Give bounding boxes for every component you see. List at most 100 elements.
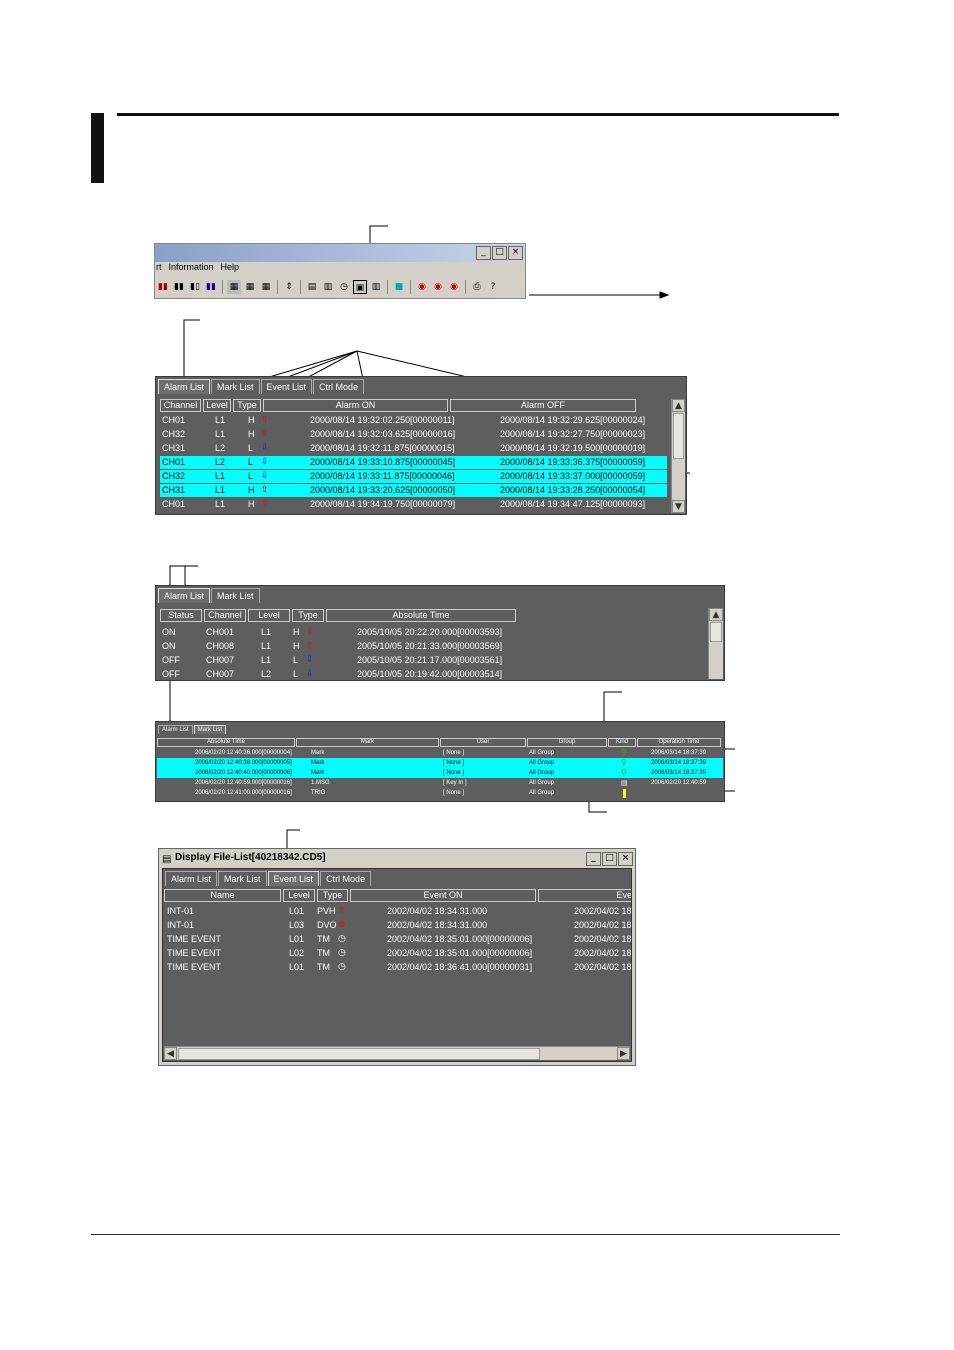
header-type[interactable]: Type — [233, 399, 261, 412]
bar-chart-icon[interactable]: ▮▮ — [172, 280, 186, 294]
sort-icon[interactable]: ⇕ — [282, 280, 296, 294]
column-headers: Absolute Time Mark User Group Kind Opera… — [157, 738, 721, 747]
horizontal-scrollbar[interactable]: ◀ ▶ — [164, 1046, 630, 1060]
table-row[interactable]: 2006/02/20 12:40:40.000[00000006] Mark [ N… — [157, 768, 723, 778]
table-row[interactable]: OFF CH007 L1 L ⇩ 2005/10/05 20:21:17.000[0000… — [160, 653, 700, 667]
tab-event-list[interactable]: Event List — [260, 379, 313, 394]
header-name[interactable]: Name — [164, 889, 281, 902]
grid-icon[interactable]: ▦ — [259, 280, 273, 294]
tab-mark-list[interactable]: Mark List — [193, 725, 227, 734]
event-list-icon[interactable]: ▣ — [353, 280, 367, 294]
tab-alarm-list[interactable]: Alarm List — [158, 588, 211, 603]
table-row[interactable]: CH32 L1 H ⇧ 2000/08/14 19:32:03.625[00000016… — [160, 428, 667, 441]
mark-cell: Mark — [311, 750, 325, 756]
header-channel[interactable]: Channel — [160, 399, 201, 412]
table-row[interactable]: CH01 L1 H ⇧ 2000/08/14 19:34:19.750[00000079… — [160, 498, 667, 511]
header-operation-time[interactable]: Operation Time — [637, 738, 721, 747]
grid-icon[interactable]: ▦ — [227, 280, 241, 294]
table-row[interactable]: CH32 L1 L ⇩ 2000/08/14 19:33:11.875[00000046… — [160, 470, 667, 483]
table-icon[interactable]: ▥ — [369, 280, 383, 294]
vertical-scrollbar[interactable]: ▲ — [708, 608, 723, 679]
scroll-down-icon[interactable]: ▼ — [672, 500, 685, 513]
tab-mark-list[interactable]: Mark List — [211, 379, 260, 394]
list-icon[interactable]: ▥ — [321, 280, 335, 294]
table-row[interactable]: CH31 L1 H ⇧ 2000/08/14 19:33:20.625[00000050… — [160, 484, 667, 497]
table-row[interactable]: TIME EVENT L02 TM ◷ 2002/04/02 18:35:01.000[… — [165, 946, 631, 960]
header-type[interactable]: Type — [292, 609, 324, 622]
tab-ctrl-mode[interactable]: Ctrl Mode — [313, 379, 365, 394]
maximize-button[interactable]: □ — [492, 246, 507, 260]
scroll-left-icon[interactable]: ◀ — [164, 1047, 177, 1060]
maximize-button[interactable]: □ — [602, 852, 617, 866]
table-row[interactable]: ON CH008 L1 H ⇧ 2005/10/05 20:21:33.000[00003… — [160, 639, 700, 653]
record-icon[interactable]: ◉ — [431, 280, 445, 294]
list-icon[interactable]: ▤ — [305, 280, 319, 294]
header-alarm-off[interactable]: Alarm OFF — [450, 399, 636, 412]
bar-chart-icon[interactable]: ▮▮ — [156, 280, 170, 294]
vertical-scrollbar[interactable]: ▲ ▼ — [671, 399, 685, 513]
scroll-up-icon[interactable]: ▲ — [672, 399, 685, 412]
table-row[interactable]: 2006/02/20 12:40:36.000[00000004] Mark [ N… — [157, 748, 723, 758]
scroll-right-icon[interactable]: ▶ — [617, 1047, 630, 1060]
header-type[interactable]: Type — [317, 889, 348, 902]
table-row[interactable]: 2006/02/20 12:40:38.000[00000005] Mark [ N… — [157, 758, 723, 768]
table-row[interactable]: OFF CH007 L2 L ⇩ 2005/10/05 20:19:42.000[0000… — [160, 667, 700, 680]
table-row[interactable]: INT-01 L01 PVH ⇧ 2002/04/02 18:34:31.000 2002… — [165, 904, 631, 918]
table-row[interactable]: 2006/02/20 12:41:00.000[00000016] TRIG [ N… — [157, 788, 723, 798]
scroll-thumb[interactable] — [710, 622, 722, 642]
help-icon[interactable]: ? — [486, 280, 500, 294]
header-level[interactable]: Level — [203, 399, 231, 412]
arrow-up-icon: ⇧ — [261, 415, 269, 425]
header-level[interactable]: Level — [248, 609, 290, 622]
table-row[interactable]: TIME EVENT L01 TM ◷ 2002/04/02 18:35:01.000[… — [165, 932, 631, 946]
menu-item-help[interactable]: Help — [221, 262, 240, 276]
close-button[interactable]: × — [508, 246, 523, 260]
table-row[interactable]: ON CH001 L1 H ⇧ 2005/10/05 20:22:20.000[00003… — [160, 625, 700, 639]
menu-item-information[interactable]: Information — [169, 262, 214, 276]
tab-mark-list[interactable]: Mark List — [218, 871, 267, 886]
alarm-list-panel-1: Alarm List Mark List Event List Ctrl Mod… — [155, 376, 687, 515]
header-event-off[interactable]: Even — [538, 889, 631, 902]
scroll-thumb[interactable] — [178, 1048, 540, 1060]
table-row[interactable]: CH01 L1 H ⇧ 2000/08/14 19:32:02.250[00000011… — [160, 414, 667, 427]
grid-icon[interactable]: ▦ — [243, 280, 257, 294]
close-button[interactable]: × — [618, 852, 633, 866]
table-row[interactable]: INT-01 L03 DVO ⊜ 2002/04/02 18:34:31.000 2002… — [165, 918, 631, 932]
print-icon[interactable]: ⎙ — [470, 280, 484, 294]
tab-ctrl-mode[interactable]: Ctrl Mode — [320, 871, 372, 886]
header-user[interactable]: User — [440, 738, 526, 747]
toolbar-separator — [387, 280, 388, 294]
tab-alarm-list[interactable]: Alarm List — [158, 725, 193, 734]
minimize-button[interactable]: _ — [476, 246, 491, 260]
tab-alarm-list[interactable]: Alarm List — [158, 379, 211, 394]
tab-mark-list[interactable]: Mark List — [211, 588, 260, 603]
clock-icon[interactable]: ◷ — [337, 280, 351, 294]
header-kind[interactable]: Kind — [608, 738, 636, 747]
header-event-on[interactable]: Event ON — [350, 889, 536, 902]
bar-chart-icon[interactable]: ▮▯ — [188, 280, 202, 294]
record-icon[interactable]: ◉ — [447, 280, 461, 294]
table-row[interactable]: 2006/02/20 12:40:59.000[00000016] 1.MSG [ … — [157, 778, 723, 788]
menu-item-partial[interactable]: rt — [156, 262, 162, 276]
scroll-thumb[interactable] — [673, 413, 684, 459]
table-row[interactable]: TIME EVENT L01 TM ◷ 2002/04/02 18:36:41.000[… — [165, 960, 631, 974]
minimize-button[interactable]: _ — [586, 852, 601, 866]
header-absolute-time[interactable]: Absolute Time — [326, 609, 516, 622]
header-status[interactable]: Status — [160, 609, 202, 622]
scroll-up-icon[interactable]: ▲ — [709, 608, 723, 621]
bar-chart-icon[interactable]: ▮▮ — [204, 280, 218, 294]
clock-icon: ◷ — [338, 962, 346, 972]
table-row[interactable]: CH31 L2 L ⇩ 2000/08/14 19:32:11.875[00000015… — [160, 442, 667, 455]
menu-bar: rt Information Help — [155, 262, 239, 276]
header-mark[interactable]: Mark — [296, 738, 439, 747]
color-icon[interactable]: ■ — [392, 280, 406, 294]
table-row[interactable]: CH01 L2 L ⇩ 2000/08/14 19:33:10.875[00000045… — [160, 456, 667, 469]
header-channel[interactable]: Channel — [204, 609, 246, 622]
header-group[interactable]: Group — [527, 738, 607, 747]
tab-event-list[interactable]: Event List — [267, 871, 320, 886]
header-alarm-on[interactable]: Alarm ON — [263, 399, 448, 412]
header-absolute-time[interactable]: Absolute Time — [157, 738, 295, 747]
tab-alarm-list[interactable]: Alarm List — [165, 871, 218, 886]
header-level[interactable]: Level — [283, 889, 315, 902]
record-icon[interactable]: ◉ — [415, 280, 429, 294]
